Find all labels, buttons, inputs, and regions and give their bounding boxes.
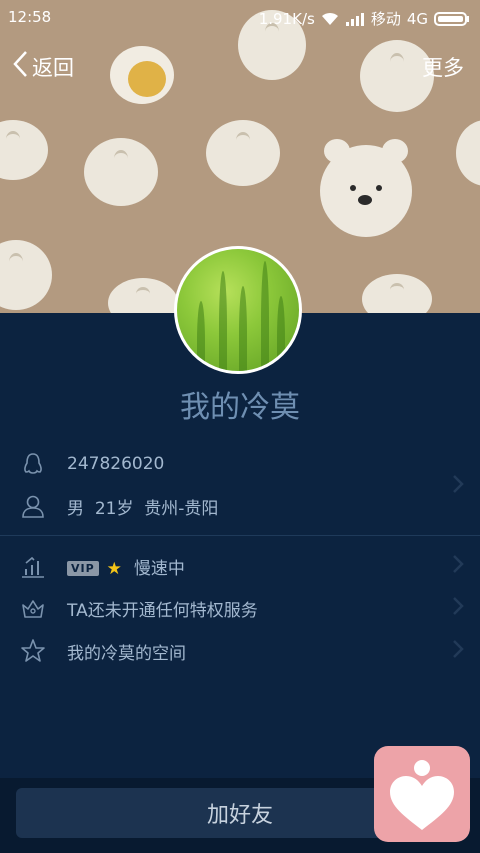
qzone-text: 我的冷莫的空间 — [67, 643, 186, 664]
network-type: 4G — [406, 9, 428, 28]
chevron-left-icon — [12, 50, 28, 83]
section-divider — [0, 535, 480, 536]
dumpling-illustration — [456, 120, 480, 186]
penguin-icon — [20, 451, 46, 477]
dumpling-illustration — [206, 120, 280, 186]
chevron-right-icon — [452, 596, 464, 620]
person-icon — [20, 493, 46, 519]
egg-illustration — [110, 46, 174, 104]
vip-status-row[interactable]: VIP ★ 慢速中 — [0, 546, 480, 586]
crown-icon — [20, 595, 46, 621]
dumpling-illustration — [0, 240, 52, 310]
star-outline-icon — [20, 638, 46, 664]
back-label: 返回 — [32, 55, 74, 80]
dumpling-illustration — [84, 138, 158, 206]
battery-icon — [434, 11, 470, 26]
level-bars-icon — [20, 553, 46, 579]
avatar[interactable] — [174, 246, 302, 374]
location: 贵州-贵阳 — [144, 498, 219, 519]
status-time: 12:58 — [8, 8, 52, 26]
carrier-name: 移动 — [370, 10, 401, 28]
star-icon: ★ — [106, 558, 122, 579]
status-bar: 12:58 1.91K/s 移动 4G — [0, 0, 480, 34]
chevron-right-icon — [452, 639, 464, 663]
chevron-right-icon — [452, 554, 464, 578]
speed-status: 慢速中 — [133, 558, 185, 579]
heart-icon — [374, 760, 470, 846]
signal-icon — [345, 12, 365, 26]
floating-heart-button[interactable] — [374, 746, 470, 842]
privilege-service-text: TA还未开通任何特权服务 — [67, 600, 258, 621]
network-speed: 1.91K/s — [258, 9, 315, 28]
more-button[interactable]: 更多 — [422, 52, 464, 82]
qq-number: 247826020 — [67, 454, 165, 474]
qq-number-row: 247826020 — [0, 444, 480, 484]
dumpling-illustration — [108, 278, 178, 313]
dumpling-illustration — [0, 120, 48, 180]
privilege-service-row[interactable]: TA还未开通任何特权服务 — [0, 588, 480, 628]
vip-badge: VIP — [67, 561, 99, 576]
nickname: 我的冷莫 — [180, 390, 300, 425]
wifi-icon — [321, 12, 339, 26]
chevron-right-icon[interactable] — [452, 474, 464, 498]
gender: 男 — [67, 498, 84, 519]
age: 21岁 — [94, 498, 134, 519]
basic-info-row[interactable]: 男 21岁 贵州-贵阳 — [0, 486, 480, 526]
qzone-row[interactable]: 我的冷莫的空间 — [0, 631, 480, 671]
dumpling-illustration — [362, 274, 432, 313]
basic-info-text: 男 21岁 贵州-贵阳 — [67, 494, 218, 519]
bear-illustration — [320, 139, 412, 237]
back-button[interactable]: 返回 — [12, 50, 74, 83]
vip-status: VIP ★ 慢速中 — [67, 554, 185, 579]
